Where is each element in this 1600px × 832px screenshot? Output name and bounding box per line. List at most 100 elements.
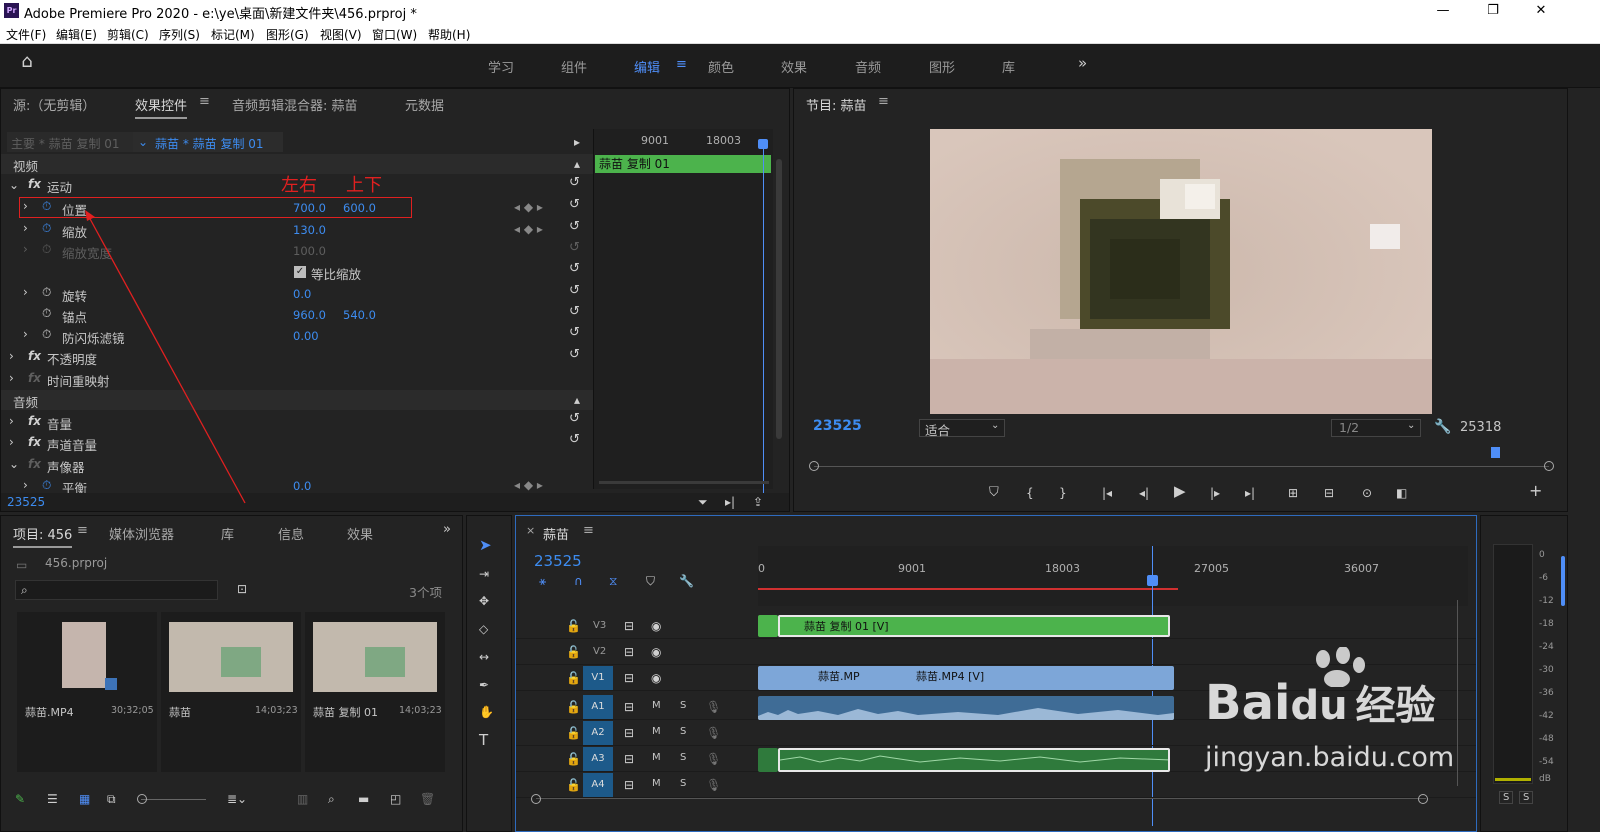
lock-icon[interactable]: 🔓 [566, 700, 581, 714]
new-bin-icon[interactable]: ⊡ [237, 582, 247, 596]
eye-icon[interactable]: ◉ [651, 619, 661, 633]
clip-thumbnail[interactable] [62, 622, 106, 688]
track-select-tool-icon[interactable]: ⇥ [479, 567, 489, 581]
tab-media-browser[interactable]: 媒体浏览器 [109, 524, 174, 543]
horizontal-scrollbar[interactable] [536, 798, 1426, 799]
workspace-learn[interactable]: 学习 [488, 57, 514, 76]
icon-view-icon[interactable]: ▦ [79, 792, 90, 806]
reset-icon[interactable]: ↺ [569, 175, 580, 190]
sync-lock-icon[interactable]: ⊟ [624, 726, 634, 740]
playhead-handle[interactable] [1491, 447, 1500, 458]
effect-clip-bar[interactable]: 蒜苗 复制 01 [595, 155, 771, 173]
anchor-y-value[interactable]: 540.0 [343, 308, 376, 322]
program-timecode[interactable]: 23525 [813, 418, 862, 434]
zoom-handle[interactable] [1418, 794, 1428, 804]
toggle-icon[interactable]: ▸| [725, 495, 735, 509]
workspace-editing[interactable]: 编辑 [634, 57, 660, 76]
pencil-icon[interactable]: ✎ [15, 792, 25, 806]
step-back-icon[interactable]: ◂| [1139, 486, 1149, 500]
extract-icon[interactable]: ⊟ [1324, 486, 1334, 500]
playhead-handle[interactable] [1147, 575, 1158, 586]
nest-icon[interactable]: ⚹ [539, 574, 546, 588]
menu-sequence[interactable]: 序列(S) [159, 26, 200, 43]
add-marker-icon[interactable]: ⛉ [646, 574, 655, 588]
timeline-timecode[interactable]: 23525 [534, 552, 582, 570]
keyframe-nav-icon[interactable]: ◂ ◆ ▸ [514, 222, 543, 236]
solo-button[interactable]: S [680, 726, 686, 737]
workspace-graphics[interactable]: 图形 [929, 57, 955, 76]
reset-icon[interactable]: ↺ [569, 411, 580, 426]
track-target[interactable]: V1 [583, 666, 613, 690]
type-tool-icon[interactable]: T [479, 733, 488, 748]
horizontal-zoom-bar[interactable] [599, 481, 769, 484]
mute-button[interactable]: M [652, 700, 661, 711]
maximize-icon[interactable]: ❐ [1478, 1, 1508, 21]
list-view-icon[interactable]: ☰ [47, 792, 58, 806]
menu-view[interactable]: 视图(V) [320, 26, 362, 43]
zoom-handle[interactable] [1544, 461, 1554, 471]
track-target[interactable]: A3 [583, 747, 613, 771]
project-item[interactable]: 蒜苗 复制 01 14;03;23 [305, 612, 445, 772]
solo-button[interactable]: S [680, 752, 686, 763]
mic-icon[interactable]: 🎙 [706, 700, 721, 714]
mark-in-icon[interactable]: { [1026, 486, 1034, 500]
linked-selection-icon[interactable]: ⧖ [609, 574, 617, 588]
menu-window[interactable]: 窗口(W) [372, 26, 417, 43]
tab-project[interactable]: 项目: 456 [13, 524, 73, 548]
sort-icon[interactable]: ≣⌄ [227, 792, 247, 806]
collapse-up-icon[interactable]: ▴ [574, 393, 580, 407]
workspace-libraries[interactable]: 库 [1002, 57, 1015, 76]
lock-icon[interactable]: 🔓 [566, 726, 581, 740]
camera-icon[interactable]: ⊙ [1362, 486, 1372, 500]
step-forward-icon[interactable]: |▸ [1210, 486, 1220, 500]
filter-icon[interactable]: ⏷ [698, 495, 708, 509]
zoom-handle[interactable] [531, 794, 541, 804]
timeline-title[interactable]: 蒜苗 [543, 524, 569, 543]
play-icon[interactable]: ▶ [1174, 484, 1186, 499]
add-button-icon[interactable]: + [1529, 483, 1542, 499]
menu-clip[interactable]: 剪辑(C) [107, 26, 149, 43]
tab-metadata[interactable]: 元数据 [405, 95, 444, 114]
fit-dropdown[interactable]: 适合 [925, 420, 950, 439]
chevron-down-icon[interactable]: ⌄ [991, 420, 999, 431]
zoom-handle[interactable] [809, 461, 819, 471]
new-item-icon[interactable]: ◰ [390, 792, 401, 806]
workspace-menu-icon[interactable]: ≡ [676, 57, 687, 72]
program-video-frame[interactable] [930, 129, 1432, 414]
reset-icon[interactable]: ↺ [569, 304, 580, 319]
play-only-clip-icon[interactable]: ▸ [574, 135, 580, 149]
program-title[interactable]: 节目: 蒜苗 [806, 95, 867, 114]
new-folder-icon[interactable]: ▬ [358, 792, 369, 806]
eye-icon[interactable]: ◉ [651, 645, 661, 659]
mute-button[interactable]: M [652, 752, 661, 763]
reset-icon[interactable]: ↺ [569, 432, 580, 447]
sync-lock-icon[interactable]: ⊟ [624, 752, 634, 766]
reset-icon[interactable]: ↺ [569, 283, 580, 298]
lock-icon[interactable]: 🔓 [566, 619, 581, 633]
program-scrubber[interactable] [814, 466, 1549, 467]
pen-tool-icon[interactable]: ✒ [479, 678, 489, 692]
clip-transition[interactable] [758, 748, 778, 772]
position-y-value[interactable]: 600.0 [343, 201, 376, 215]
track-target[interactable]: A2 [583, 721, 613, 745]
mark-out-icon[interactable]: } [1059, 486, 1067, 500]
workspace-assembly[interactable]: 组件 [561, 57, 587, 76]
reset-icon[interactable]: ↺ [569, 347, 580, 362]
home-icon[interactable]: ⌂ [16, 53, 38, 71]
mic-icon[interactable]: 🎙 [706, 778, 721, 792]
menu-help[interactable]: 帮助(H) [428, 26, 470, 43]
project-item[interactable]: 蒜苗 14;03;23 [161, 612, 301, 772]
mute-button[interactable]: M [652, 778, 661, 789]
reset-icon[interactable]: ↺ [569, 261, 580, 276]
keyframe-nav-icon[interactable]: ◂ ◆ ▸ [514, 478, 543, 492]
lock-icon[interactable]: 🔓 [566, 778, 581, 792]
clip-a1[interactable] [758, 696, 1174, 720]
compare-icon[interactable]: ◧ [1396, 486, 1407, 500]
panel-menu-icon[interactable]: ≡ [77, 523, 88, 538]
menu-file[interactable]: 文件(F) [6, 26, 46, 43]
workspace-audio[interactable]: 音频 [855, 57, 881, 76]
reset-icon[interactable]: ↺ [569, 325, 580, 340]
panel-menu-icon[interactable]: ≡ [583, 523, 594, 538]
chevron-down-icon[interactable]: ⌄ [1407, 420, 1415, 431]
menu-marker[interactable]: 标记(M) [211, 26, 255, 43]
